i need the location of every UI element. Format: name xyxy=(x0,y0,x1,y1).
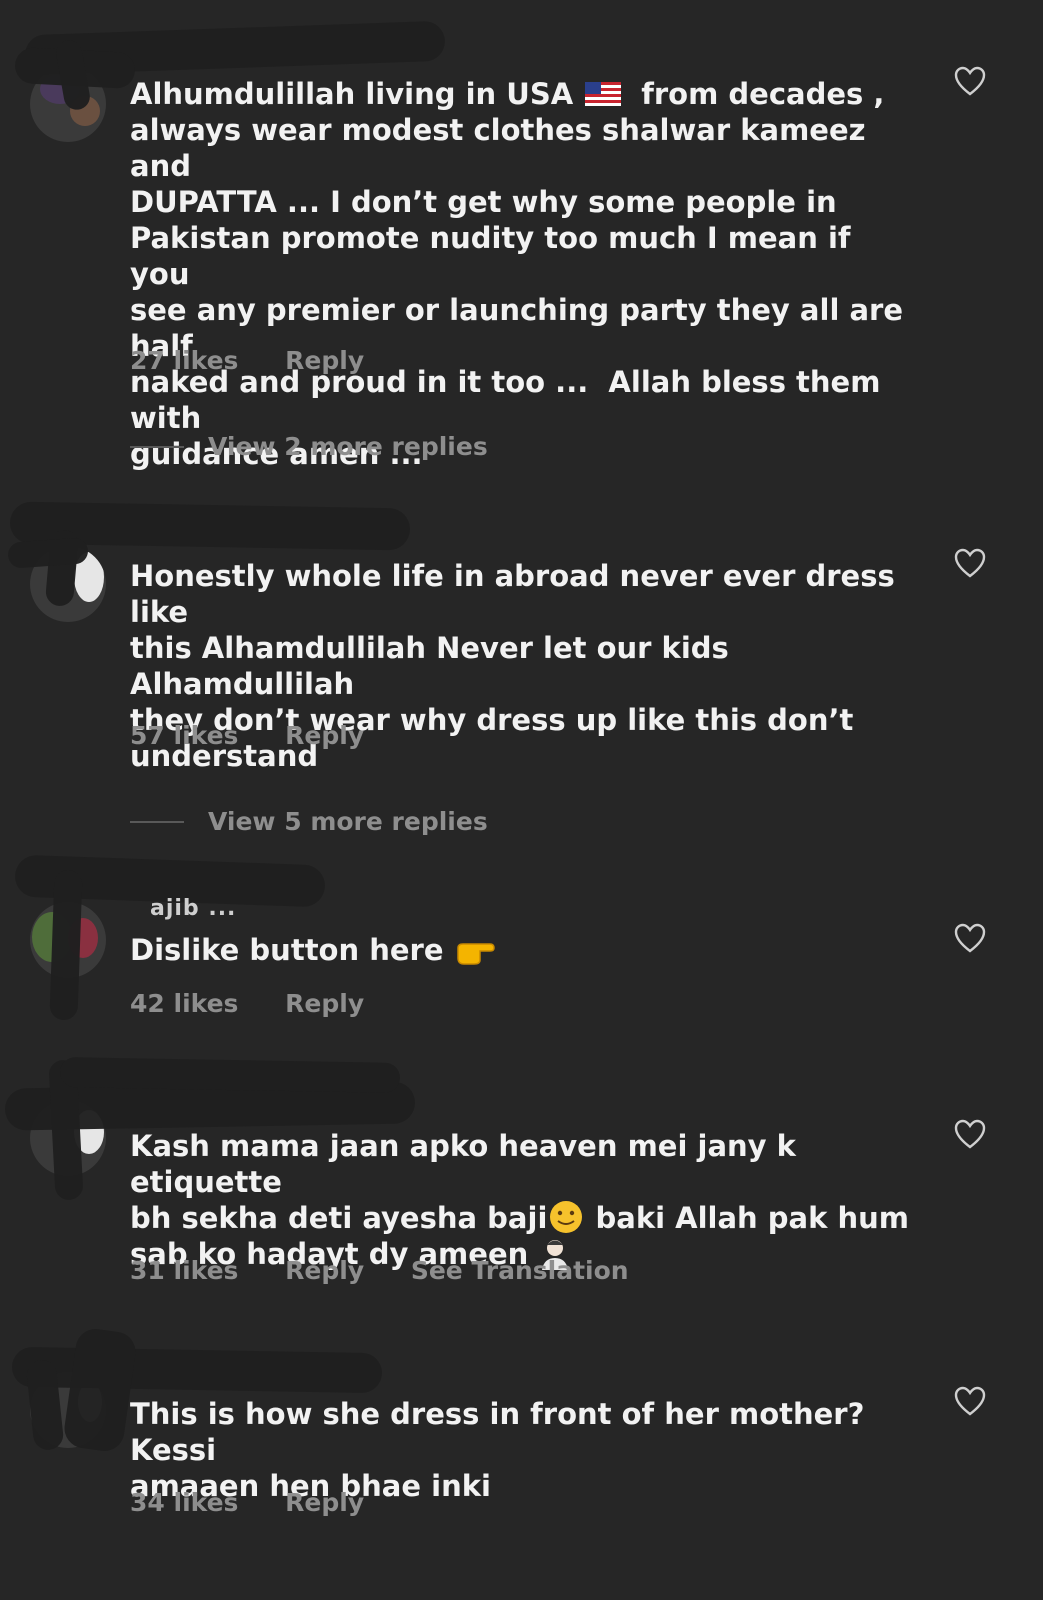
likes-count[interactable]: 42 likes xyxy=(130,989,238,1018)
username-fragment[interactable]: ajib ... xyxy=(150,896,236,921)
reply-thread-line xyxy=(130,445,184,448)
heart-icon[interactable] xyxy=(954,1386,986,1416)
comment-meta: 42 likes Reply xyxy=(130,989,402,1018)
reply-button[interactable]: Reply xyxy=(285,989,364,1018)
slightly-smiling-face-icon xyxy=(550,1201,583,1233)
heart-icon[interactable] xyxy=(954,548,986,578)
redaction-scribble xyxy=(7,537,89,569)
reply-button[interactable]: Reply xyxy=(285,1488,364,1517)
comment-meta: 31 likes Reply See Translation xyxy=(130,1256,667,1285)
likes-count[interactable]: 57 likes xyxy=(130,721,238,750)
comment-text-part: from decades , always wear modest clothe… xyxy=(130,77,904,471)
comment-text: Dislike button here xyxy=(130,932,910,968)
heart-icon[interactable] xyxy=(954,923,986,953)
comment-text-part: Alhumdulillah living in USA xyxy=(130,77,574,111)
reply-button[interactable]: Reply xyxy=(285,346,364,375)
heart-icon[interactable] xyxy=(954,66,986,96)
comment-text: Kash mama jaan apko heaven mei jany k et… xyxy=(130,1128,910,1272)
reply-thread-line xyxy=(130,820,184,823)
heart-icon[interactable] xyxy=(954,1119,986,1149)
comment-meta: 34 likes Reply xyxy=(130,1488,402,1517)
see-translation-button[interactable]: See Translation xyxy=(411,1256,629,1285)
reply-button[interactable]: Reply xyxy=(285,721,364,750)
pointing-right-hand-icon xyxy=(456,943,495,965)
view-replies-label: View 5 more replies xyxy=(208,807,488,836)
likes-count[interactable]: 27 likes xyxy=(130,346,238,375)
view-replies-button[interactable]: View 5 more replies xyxy=(130,807,488,836)
redaction-scribble xyxy=(59,1057,401,1093)
redaction-scribble xyxy=(61,1326,139,1454)
comment-meta: 57 likes Reply xyxy=(130,721,402,750)
likes-count[interactable]: 34 likes xyxy=(130,1488,238,1517)
comment-meta: 27 likes Reply xyxy=(130,346,402,375)
comment-text-part: Dislike button here xyxy=(130,933,444,967)
us-flag-icon xyxy=(585,82,622,106)
view-replies-button[interactable]: View 2 more replies xyxy=(130,432,488,461)
view-replies-label: View 2 more replies xyxy=(208,432,488,461)
redaction-scribble xyxy=(49,869,83,1021)
likes-count[interactable]: 31 likes xyxy=(130,1256,238,1285)
redaction-scribble xyxy=(11,1346,383,1394)
comment-text: Alhumdulillah living in USA from decades… xyxy=(130,76,910,472)
reply-button[interactable]: Reply xyxy=(285,1256,364,1285)
